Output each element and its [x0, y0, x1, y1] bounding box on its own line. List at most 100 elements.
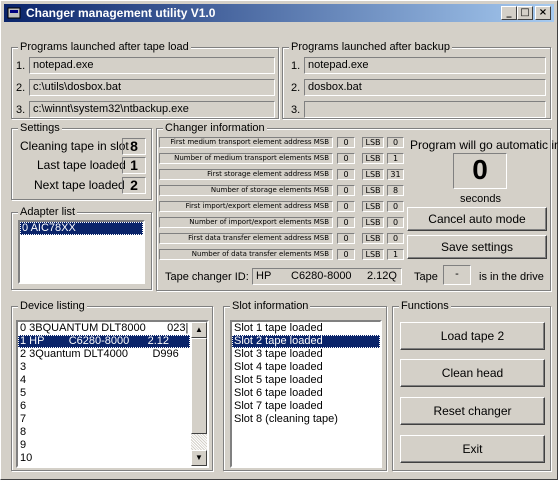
lsb-label: LSB	[362, 201, 384, 212]
msb-value: 0	[337, 249, 355, 260]
changer-field-label: First import/export element address MSB	[159, 201, 333, 212]
window-title: Changer management utility V1.0	[26, 6, 216, 20]
functions-group: Functions Load tape 2 Clean head Reset c…	[392, 299, 551, 471]
lsb-value: 0	[387, 217, 404, 228]
msb-value: 0	[337, 233, 355, 244]
device-listbox[interactable]: 0 3BQUANTUM DLT8000 023| 1 HP C6280-8000 …	[16, 320, 209, 468]
changer-field-label: First medium transport element address M…	[159, 137, 333, 148]
title-bar[interactable]: Changer management utility V1.0 _ □ ×	[4, 4, 554, 22]
lsb-value: 0	[387, 137, 404, 148]
maximize-button[interactable]: □	[517, 6, 533, 20]
lsb-label: LSB	[362, 249, 384, 260]
device-item[interactable]: 2 3Quantum DLT4000 D996	[18, 348, 190, 361]
cleaning-slot-value: 8	[122, 138, 146, 155]
last-tape-label: Last tape loaded	[37, 158, 126, 172]
lsb-value: 31	[387, 169, 404, 180]
row-number: 2.	[291, 82, 301, 94]
slot-item[interactable]: Slot 8 (cleaning tape)	[232, 413, 380, 426]
changer-field-label: Number of medium transport elements MSB	[159, 153, 333, 164]
settings-legend: Settings	[18, 121, 62, 135]
slot-item[interactable]: Slot 4 tape loaded	[232, 361, 380, 374]
adapter-listbox[interactable]: 0 AIC78XX	[18, 220, 145, 284]
device-scrollbar[interactable]: ▲ ▼	[191, 322, 207, 466]
tape-in-drive-value: -	[443, 265, 471, 285]
slot-list: Slot 1 tape loaded Slot 2 tape loaded Slot…	[232, 322, 380, 426]
auto-countdown: 0	[453, 153, 507, 189]
tape-changer-id-field: HP C6280-8000 2.12Q	[252, 268, 402, 285]
backup-program-3[interactable]	[304, 101, 546, 118]
tape-label: Tape	[414, 271, 438, 283]
device-item[interactable]: 1 HP C6280-8000 2.12	[18, 335, 190, 348]
main-window: Changer management utility V1.0 _ □ × Pr…	[0, 0, 558, 480]
msb-value: 0	[337, 169, 355, 180]
device-item[interactable]: 9	[18, 439, 190, 452]
lsb-label: LSB	[362, 233, 384, 244]
lsb-label: LSB	[362, 185, 384, 196]
device-item[interactable]: 7	[18, 413, 190, 426]
tape-load-program-3[interactable]: c:\winnt\system32\ntbackup.exe	[29, 101, 275, 118]
scroll-down-icon[interactable]: ▼	[191, 450, 207, 466]
device-item[interactable]: 8	[18, 426, 190, 439]
adapter-item[interactable]: 0 AIC78XX	[20, 222, 143, 235]
row-number: 3.	[16, 104, 26, 116]
backup-program-1[interactable]: notepad.exe	[304, 57, 546, 74]
changer-info-legend: Changer information	[163, 121, 267, 135]
changer-field-label: First storage element address MSB	[159, 169, 333, 180]
auto-mode-label: Program will go automatic in	[410, 138, 558, 152]
device-item[interactable]: 10	[18, 452, 190, 465]
cancel-auto-mode-button[interactable]: Cancel auto mode	[407, 207, 547, 231]
minimize-button[interactable]: _	[501, 6, 517, 20]
adapter-group: Adapter list 0 AIC78XX	[11, 205, 152, 290]
slot-item[interactable]: Slot 6 tape loaded	[232, 387, 380, 400]
functions-legend: Functions	[399, 299, 451, 313]
row-number: 2.	[16, 82, 26, 94]
tape-load-program-1[interactable]: notepad.exe	[29, 57, 275, 74]
device-item[interactable]: 3	[18, 361, 190, 374]
scroll-thumb[interactable]	[191, 338, 207, 434]
save-settings-button[interactable]: Save settings	[407, 235, 547, 259]
device-list: 0 3BQUANTUM DLT8000 023| 1 HP C6280-8000 …	[18, 322, 207, 465]
device-listing-legend: Device listing	[18, 299, 87, 313]
slot-item[interactable]: Slot 5 tape loaded	[232, 374, 380, 387]
changer-field-label: First data transfer element address MSB	[159, 233, 333, 244]
changer-field-label: Number of data transfer elements MSB	[159, 249, 333, 260]
clean-head-button[interactable]: Clean head	[400, 359, 545, 387]
close-button[interactable]: ×	[535, 6, 551, 20]
lsb-value: 1	[387, 153, 404, 164]
reset-changer-button[interactable]: Reset changer	[400, 397, 545, 425]
lsb-label: LSB	[362, 169, 384, 180]
slot-item[interactable]: Slot 3 tape loaded	[232, 348, 380, 361]
last-tape-value: 1	[122, 157, 146, 174]
lsb-value: 1	[387, 249, 404, 260]
device-item[interactable]: 4	[18, 374, 190, 387]
backup-programs-group: Programs launched after backup 1. notepa…	[282, 40, 551, 119]
lsb-label: LSB	[362, 217, 384, 228]
load-tape-button[interactable]: Load tape 2	[400, 322, 545, 350]
slot-item[interactable]: Slot 2 tape loaded	[232, 335, 380, 348]
device-item[interactable]: 0 3BQUANTUM DLT8000 023|	[18, 322, 190, 335]
msb-value: 0	[337, 185, 355, 196]
tape-load-program-2[interactable]: c:\utils\dosbox.bat	[29, 79, 275, 96]
changer-model: C6280-8000	[291, 270, 352, 282]
device-item[interactable]: 6	[18, 400, 190, 413]
slot-item[interactable]: Slot 7 tape loaded	[232, 400, 380, 413]
slot-item[interactable]: Slot 1 tape loaded	[232, 322, 380, 335]
tape-load-programs-group: Programs launched after tape load 1. not…	[11, 40, 279, 119]
slot-listbox[interactable]: Slot 1 tape loaded Slot 2 tape loaded Slot…	[230, 320, 382, 468]
row-number: 1.	[291, 60, 301, 72]
msb-value: 0	[337, 201, 355, 212]
scroll-track[interactable]	[191, 434, 207, 450]
msb-value: 0	[337, 153, 355, 164]
device-item[interactable]: 5	[18, 387, 190, 400]
changer-field-label: Number of import/export elements MSB	[159, 217, 333, 228]
settings-group: Settings Cleaning tape in slot 8 Last ta…	[11, 121, 152, 200]
scroll-up-icon[interactable]: ▲	[191, 322, 207, 338]
next-tape-value: 2	[122, 177, 146, 194]
row-number: 3.	[291, 104, 301, 116]
backup-program-2[interactable]: dosbox.bat	[304, 79, 546, 96]
msb-value: 0	[337, 137, 355, 148]
row-number: 1.	[16, 60, 26, 72]
tape-changer-id-label: Tape changer ID:	[165, 271, 249, 283]
exit-button[interactable]: Exit	[400, 435, 545, 463]
tape-load-legend: Programs launched after tape load	[18, 40, 191, 54]
